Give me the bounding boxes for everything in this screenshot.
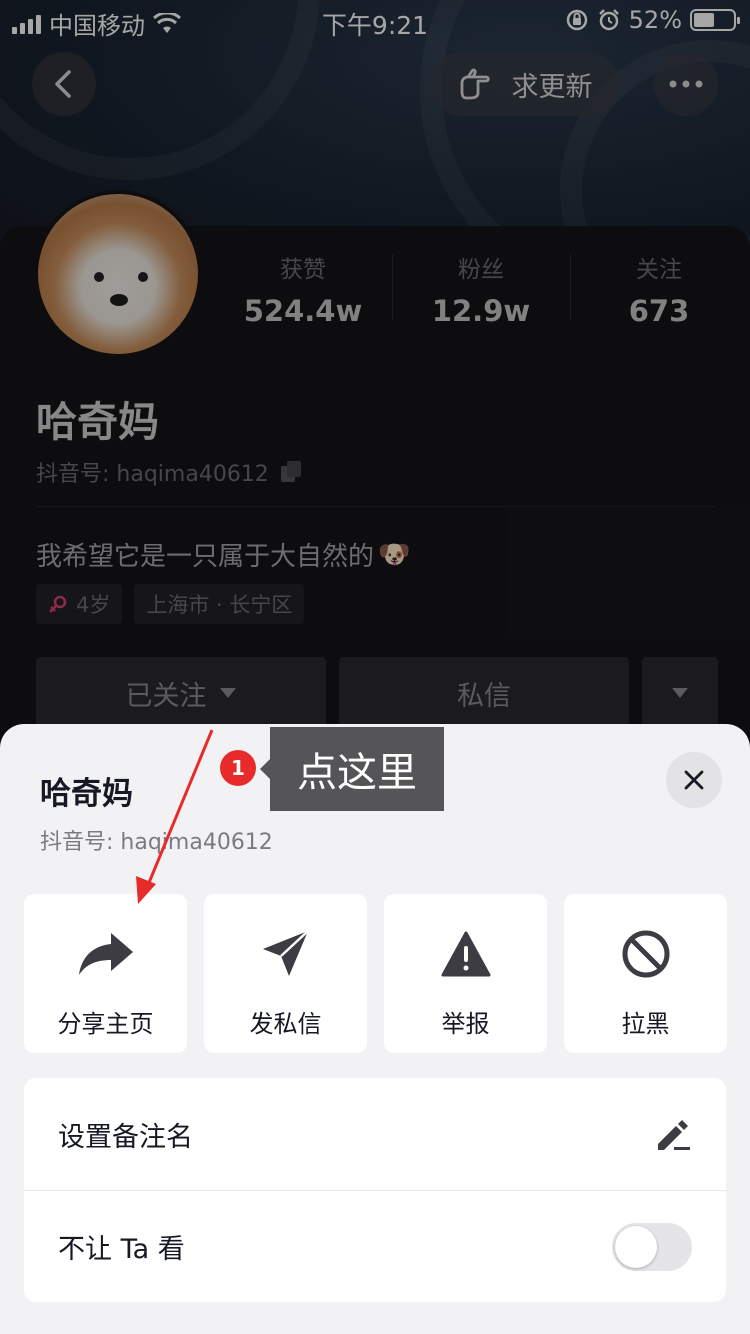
close-button[interactable] <box>666 752 722 808</box>
set-remark-label: 设置备注名 <box>58 1121 193 1153</box>
send-message-button[interactable]: 发私信 <box>204 894 367 1053</box>
block-icon <box>622 930 669 978</box>
action-sheet: 哈奇妈 抖音号: haqima40612 分享主页 发私信 举报 拉黑 设置备注… <box>0 724 750 1334</box>
hide-from-ta-toggle[interactable] <box>612 1222 692 1271</box>
step-badge: 1 <box>220 750 256 786</box>
settings-list: 设置备注名 不让 Ta 看 <box>24 1078 726 1302</box>
action-tiles: 分享主页 发私信 举报 拉黑 <box>24 894 727 1053</box>
block-button[interactable]: 拉黑 <box>564 894 727 1053</box>
report-button[interactable]: 举报 <box>384 894 547 1053</box>
paper-plane-icon <box>262 930 309 976</box>
hide-from-ta-label: 不让 Ta 看 <box>58 1234 185 1265</box>
hide-from-ta-row: 不让 Ta 看 <box>24 1190 726 1302</box>
tile-label: 举报 <box>441 1010 490 1038</box>
sheet-name: 哈奇妈 <box>40 776 133 812</box>
tile-label: 拉黑 <box>621 1010 670 1038</box>
share-profile-button[interactable]: 分享主页 <box>24 894 187 1053</box>
hint-tooltip: 点这里 <box>260 727 444 811</box>
close-icon <box>684 770 704 790</box>
sheet-douyin-id: 抖音号: haqima40612 <box>40 830 273 855</box>
edit-pencil-icon <box>658 1120 690 1150</box>
tile-label: 发私信 <box>249 1010 322 1038</box>
set-remark-row[interactable]: 设置备注名 <box>24 1078 726 1190</box>
share-arrow-icon <box>78 933 133 975</box>
toggle-knob <box>615 1225 657 1268</box>
tile-label: 分享主页 <box>57 1010 154 1038</box>
warning-icon <box>441 931 490 977</box>
